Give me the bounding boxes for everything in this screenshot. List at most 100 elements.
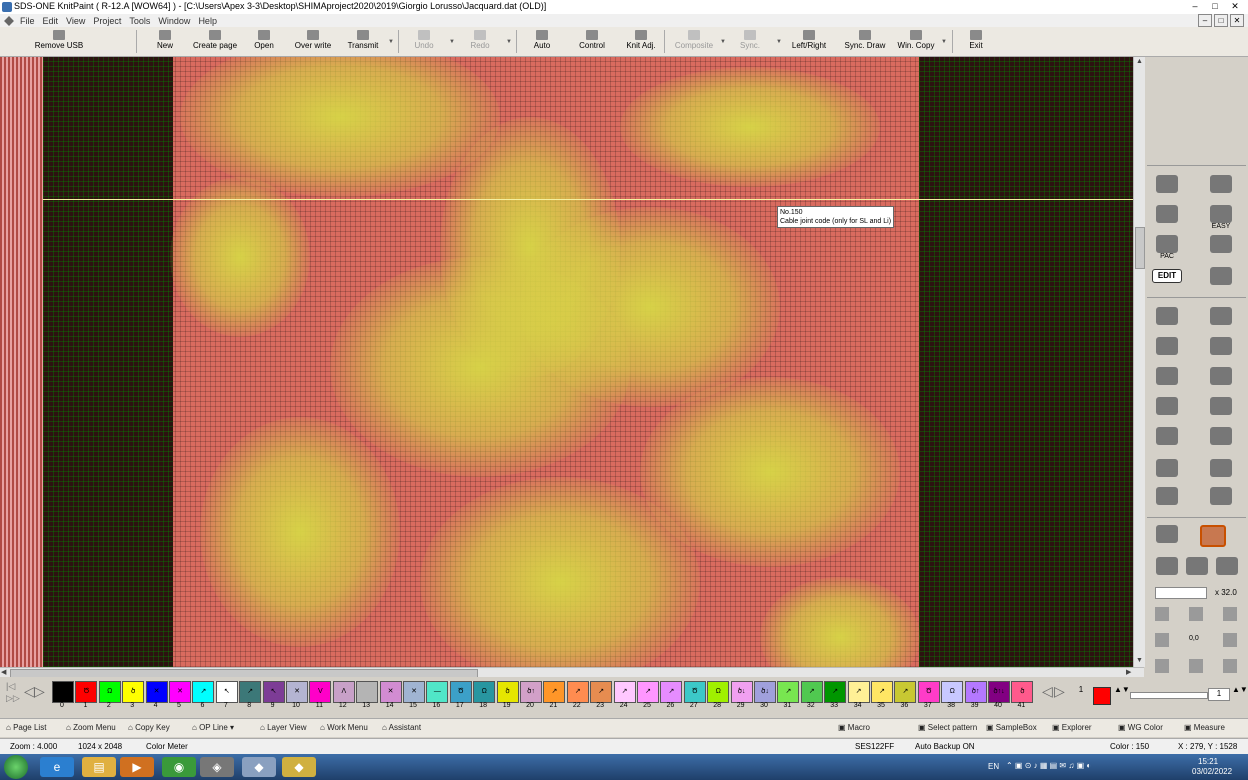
language-indicator[interactable]: EN (988, 762, 999, 771)
number-tool-button[interactable] (1203, 173, 1239, 199)
doc-close-button[interactable]: ✕ (1230, 14, 1244, 27)
win-copy-button[interactable]: Win. Copy (896, 28, 936, 55)
doc-restore-button[interactable]: □ (1214, 14, 1228, 27)
color-swatch[interactable]: ↗ (192, 681, 215, 703)
macro-button[interactable]: ▣ Macro (838, 723, 870, 732)
color-swatch[interactable]: ↗ (894, 681, 917, 703)
color-swatch[interactable]: ↗ (543, 681, 566, 703)
nav-down-left-icon[interactable] (1155, 659, 1169, 673)
palette-page-prev-icon[interactable]: ◁ (1042, 683, 1053, 700)
color-swatch[interactable]: Ω (707, 681, 730, 703)
yarn-tool-button[interactable] (1149, 173, 1185, 199)
color-swatch[interactable]: ծ↓ (754, 681, 776, 703)
spray-tool-button[interactable] (1203, 395, 1239, 421)
control-button[interactable]: Control (574, 28, 610, 55)
menu-edit[interactable]: Edit (39, 16, 63, 26)
system-menu-icon[interactable] (4, 15, 14, 26)
menu-file[interactable]: File (16, 16, 39, 26)
color-swatch[interactable]: ↗ (590, 681, 613, 703)
color-swatch[interactable]: Ծ (449, 681, 472, 703)
scroll-down-icon[interactable]: ▼ (1136, 657, 1143, 664)
vertical-scroll-thumb[interactable] (1135, 227, 1145, 269)
color-swatch[interactable]: ↗ (566, 681, 589, 703)
color-swatch[interactable]: V (309, 681, 332, 703)
op-line-button[interactable]: ⌂ OP Line ▾ (192, 723, 234, 732)
color-swatch[interactable]: Ծ (75, 681, 98, 703)
chrome-icon[interactable]: ◉ (162, 757, 196, 777)
left-right-button[interactable]: Left/Right (790, 28, 828, 55)
nav-right-icon[interactable] (1223, 633, 1237, 647)
color-swatch[interactable]: Ծ (917, 681, 940, 703)
palette-last-icon[interactable]: ▷▷ (6, 693, 20, 704)
maximize-button[interactable]: □ (1206, 0, 1224, 12)
layer-view-button[interactable]: ⌂ Layer View (260, 723, 307, 732)
redo-button[interactable]: Redo (466, 28, 494, 55)
create-page-button[interactable]: Create page (190, 28, 240, 55)
nav-up-right-icon[interactable] (1223, 607, 1237, 621)
color-swatch[interactable]: ↗ (239, 681, 262, 703)
auto-button[interactable]: Auto (528, 28, 556, 55)
move-tool-button[interactable] (1149, 457, 1185, 483)
work-menu-button[interactable]: ⌂ Work Menu (320, 723, 368, 732)
knit-structure-button[interactable] (1149, 203, 1185, 229)
menu-view[interactable]: View (62, 16, 89, 26)
color-swatch[interactable]: ↗ (847, 681, 870, 703)
color-swatch[interactable]: ↗ (637, 681, 659, 703)
scroll-left-icon[interactable]: ◀ (1, 668, 6, 676)
remove-usb-button[interactable]: Remove USB (32, 28, 86, 55)
knit-adjust-button[interactable]: Knit Adj. (624, 28, 658, 55)
color-swatch[interactable]: ծ↑↓ (988, 681, 1010, 703)
color-swatch[interactable]: ↗ (824, 681, 847, 703)
fill-tool-button[interactable] (1149, 365, 1185, 391)
shima-icon-2[interactable]: ◆ (282, 757, 316, 777)
color-swatch[interactable]: ծ (122, 681, 145, 703)
dot-line-tool-button[interactable] (1149, 425, 1185, 451)
transmit-dropdown-icon[interactable]: ▼ (388, 39, 394, 45)
copy-key-button[interactable]: ⌂ Copy Key (128, 723, 170, 732)
sync-button[interactable]: Sync. (736, 28, 764, 55)
color-swatch[interactable]: ✕ (379, 681, 402, 703)
composite-button[interactable]: Composite (674, 28, 714, 55)
assistant-button[interactable]: ⌂ Assistant (382, 723, 421, 732)
color-swatch[interactable]: ↖ (262, 681, 285, 703)
file-explorer-icon[interactable]: ▤ (82, 757, 116, 777)
exit-button[interactable]: Exit (964, 28, 988, 55)
color-swatch[interactable]: Ծ (683, 681, 706, 703)
color-swatch[interactable]: ծ↑ (520, 681, 542, 703)
color-swatch[interactable]: Ω (98, 681, 121, 703)
win-copy-dropdown-icon[interactable]: ▼ (941, 39, 947, 45)
cross-tool-button[interactable] (1203, 265, 1239, 291)
color-swatch[interactable]: Ω (473, 681, 496, 703)
hand-tool-button[interactable] (1149, 523, 1185, 549)
color-swatch[interactable]: — (426, 681, 449, 703)
color-swatch[interactable]: ✕ (145, 681, 168, 703)
media-player-icon[interactable]: ▶ (120, 757, 154, 777)
stairs-tool-button[interactable] (1203, 365, 1239, 391)
text-tool-button[interactable] (1149, 305, 1185, 331)
doc-minimize-button[interactable]: – (1198, 14, 1212, 27)
menu-project[interactable]: Project (89, 16, 125, 26)
color-swatch[interactable]: Ω (941, 681, 964, 703)
explorer-button[interactable]: ▣ Explorer (1052, 723, 1092, 732)
page-list-button[interactable]: ⌂ Page List (6, 723, 46, 732)
new-button[interactable]: New (150, 28, 180, 55)
grid-tool-button[interactable] (1203, 425, 1239, 451)
start-orb-icon[interactable] (4, 755, 28, 779)
grid-view-button[interactable] (1195, 523, 1231, 549)
scroll-up-icon[interactable]: ▲ (1136, 58, 1143, 65)
knitpaint-icon[interactable]: ◈ (200, 757, 234, 777)
frame-tool-button[interactable] (1149, 485, 1185, 511)
shima-icon-1[interactable]: ◆ (242, 757, 276, 777)
scroll-right-icon[interactable]: ▶ (1126, 668, 1131, 676)
nav-center[interactable]: 0,0 (1189, 635, 1199, 642)
nav-up-left-icon[interactable] (1155, 607, 1169, 621)
tray-icons[interactable]: ⌃ ▣ ⊙ ♪ ▦ ▤ ✉ ♫ ▣ ◐ (1006, 761, 1091, 770)
color-swatch[interactable]: ✕ (403, 681, 425, 703)
undo-dropdown-icon[interactable]: ▼ (449, 39, 455, 45)
color-swatch[interactable]: Λ (332, 681, 355, 703)
color-swatch[interactable]: ↗ (660, 681, 683, 703)
palette-first-icon[interactable]: |◁ (6, 681, 15, 692)
redo-dropdown-icon[interactable]: ▼ (506, 39, 512, 45)
freehand-tool-button[interactable] (1203, 305, 1239, 331)
color-swatch[interactable]: ↗ (800, 681, 823, 703)
